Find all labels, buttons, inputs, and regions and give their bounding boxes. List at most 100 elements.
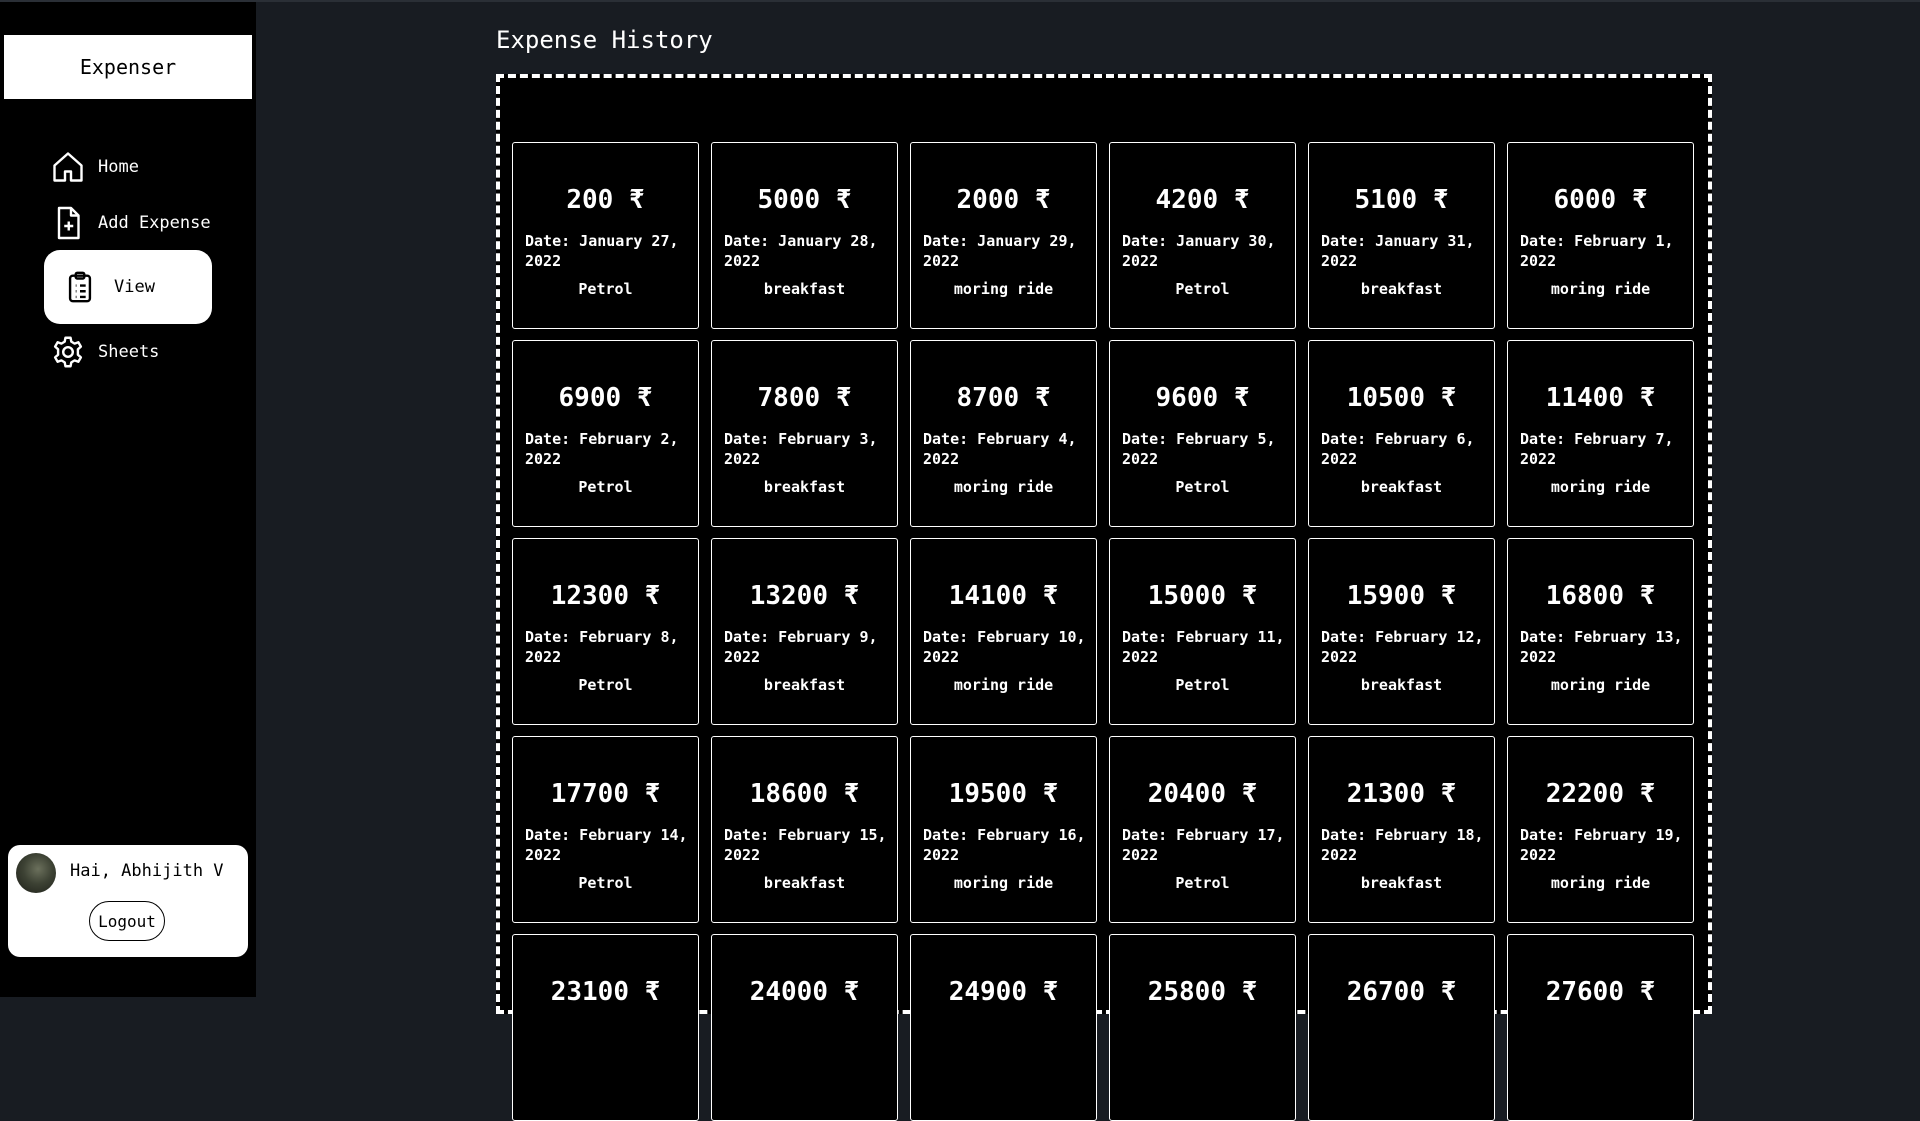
expense-description: Petrol [578,874,633,892]
expense-card[interactable]: 24000 ₹ [711,934,898,1121]
currency-symbol: ₹ [1042,581,1059,611]
expense-amount: 23100 ₹ [513,977,698,1007]
app-brand[interactable]: Expenser [4,35,252,99]
expense-card[interactable]: 12300 ₹ Date: February 8, 2022 Petrol [512,538,699,725]
expense-amount: 6000 ₹ [1508,185,1693,215]
expense-date: Date: January 31, 2022 [1321,232,1475,270]
expense-date: Date: January 27, 2022 [525,232,679,270]
expense-amount: 25800 ₹ [1110,977,1295,1007]
avatar [16,853,56,893]
expense-amount-value: 24900 [948,977,1027,1007]
expense-card[interactable]: 21300 ₹ Date: February 18, 2022 breakfast [1308,736,1495,923]
expense-amount-value: 24000 [749,977,828,1007]
expense-card[interactable]: 16800 ₹ Date: February 13, 2022 moring rid… [1507,538,1694,725]
expense-amount-value: 9600 [1155,383,1219,413]
currency-symbol: ₹ [1241,977,1258,1007]
clipboard-icon [62,267,98,307]
expense-amount-value: 18600 [749,779,828,809]
expense-card[interactable]: 15000 ₹ Date: February 11, 2022 Petrol [1109,538,1296,725]
expense-description: Petrol [1175,478,1230,496]
expense-date: Date: February 19, 2022 [1520,826,1683,864]
expense-date: Date: February 4, 2022 [923,430,1077,468]
expense-card[interactable]: 22200 ₹ Date: February 19, 2022 moring rid… [1507,736,1694,923]
expense-description: Petrol [1175,676,1230,694]
currency-symbol: ₹ [1241,779,1258,809]
expense-amount: 2000 ₹ [911,185,1096,215]
expense-date: Date: January 30, 2022 [1122,232,1276,270]
home-icon [48,147,88,187]
logout-button[interactable]: Logout [89,901,165,941]
expense-amount: 17700 ₹ [513,779,698,809]
expense-amount: 24000 ₹ [712,977,897,1007]
expense-description: breakfast [763,280,846,298]
expense-date: Date: February 14, 2022 [525,826,688,864]
expense-amount: 10500 ₹ [1309,383,1494,413]
expense-date: Date: February 2, 2022 [525,430,679,468]
expense-date: Date: February 3, 2022 [724,430,878,468]
expense-description: moring ride [1550,280,1651,298]
expense-amount: 13200 ₹ [712,581,897,611]
expense-card[interactable]: 26700 ₹ [1308,934,1495,1121]
expense-amount-value: 6900 [558,383,622,413]
expense-amount: 5000 ₹ [712,185,897,215]
expense-amount: 16800 ₹ [1508,581,1693,611]
expense-description: Petrol [578,676,633,694]
expense-card[interactable]: 13200 ₹ Date: February 9, 2022 breakfast [711,538,898,725]
expense-card[interactable]: 6000 ₹ Date: February 1, 2022 moring ride [1507,142,1694,329]
expense-amount-value: 25800 [1147,977,1226,1007]
expense-amount-value: 15900 [1346,581,1425,611]
currency-symbol: ₹ [1432,185,1449,215]
expense-date: Date: February 10, 2022 [923,628,1086,666]
expense-card[interactable]: 5000 ₹ Date: January 28, 2022 breakfast [711,142,898,329]
expense-card[interactable]: 17700 ₹ Date: February 14, 2022 Petrol [512,736,699,923]
expense-amount: 5100 ₹ [1309,185,1494,215]
expense-card[interactable]: 8700 ₹ Date: February 4, 2022 moring ride [910,340,1097,527]
expense-amount: 7800 ₹ [712,383,897,413]
expense-card[interactable]: 10500 ₹ Date: February 6, 2022 breakfast [1308,340,1495,527]
expense-card[interactable]: 15900 ₹ Date: February 12, 2022 breakfast [1308,538,1495,725]
expense-date: Date: January 29, 2022 [923,232,1077,270]
expense-amount-value: 15000 [1147,581,1226,611]
currency-symbol: ₹ [1241,581,1258,611]
expense-card[interactable]: 25800 ₹ [1109,934,1296,1121]
expense-description: moring ride [953,676,1054,694]
expense-amount-value: 2000 [956,185,1020,215]
expense-card[interactable]: 11400 ₹ Date: February 7, 2022 moring ride [1507,340,1694,527]
expense-date: Date: February 7, 2022 [1520,430,1674,468]
sidebar-item-add-expense[interactable]: Add Expense [44,186,212,260]
expense-date: Date: February 18, 2022 [1321,826,1484,864]
expense-card[interactable]: 6900 ₹ Date: February 2, 2022 Petrol [512,340,699,527]
currency-symbol: ₹ [644,581,661,611]
expense-card[interactable]: 2000 ₹ Date: January 29, 2022 moring ride [910,142,1097,329]
currency-symbol: ₹ [843,779,860,809]
expense-amount-value: 7800 [757,383,821,413]
expense-amount-value: 6000 [1553,185,1617,215]
sidebar-item-label: View [114,277,155,297]
sidebar-item-sheets[interactable]: Sheets [44,315,212,389]
expense-card[interactable]: 14100 ₹ Date: February 10, 2022 moring rid… [910,538,1097,725]
expense-card[interactable]: 18600 ₹ Date: February 15, 2022 breakfast [711,736,898,923]
expense-description: breakfast [1360,280,1443,298]
expense-amount-value: 17700 [550,779,629,809]
currency-symbol: ₹ [1440,779,1457,809]
sidebar: Expenser Home Add Expense View Sheets Ha… [0,2,256,997]
expense-amount: 12300 ₹ [513,581,698,611]
sidebar-item-view[interactable]: View [44,250,212,324]
expense-card[interactable]: 4200 ₹ Date: January 30, 2022 Petrol [1109,142,1296,329]
expense-amount: 4200 ₹ [1110,185,1295,215]
expense-amount: 8700 ₹ [911,383,1096,413]
sidebar-item-label: Add Expense [98,213,211,233]
expense-card[interactable]: 20400 ₹ Date: February 17, 2022 Petrol [1109,736,1296,923]
expense-description: Petrol [1175,280,1230,298]
expense-card[interactable]: 7800 ₹ Date: February 3, 2022 breakfast [711,340,898,527]
expense-amount: 200 ₹ [513,185,698,215]
expense-card[interactable]: 200 ₹ Date: January 27, 2022 Petrol [512,142,699,329]
expense-description: breakfast [1360,874,1443,892]
expense-card[interactable]: 24900 ₹ [910,934,1097,1121]
expense-card[interactable]: 27600 ₹ [1507,934,1694,1121]
expense-card[interactable]: 23100 ₹ [512,934,699,1121]
expense-card[interactable]: 19500 ₹ Date: February 16, 2022 moring rid… [910,736,1097,923]
user-card: Hai, Abhijith V Logout [8,845,248,957]
expense-card[interactable]: 5100 ₹ Date: January 31, 2022 breakfast [1308,142,1495,329]
expense-card[interactable]: 9600 ₹ Date: February 5, 2022 Petrol [1109,340,1296,527]
